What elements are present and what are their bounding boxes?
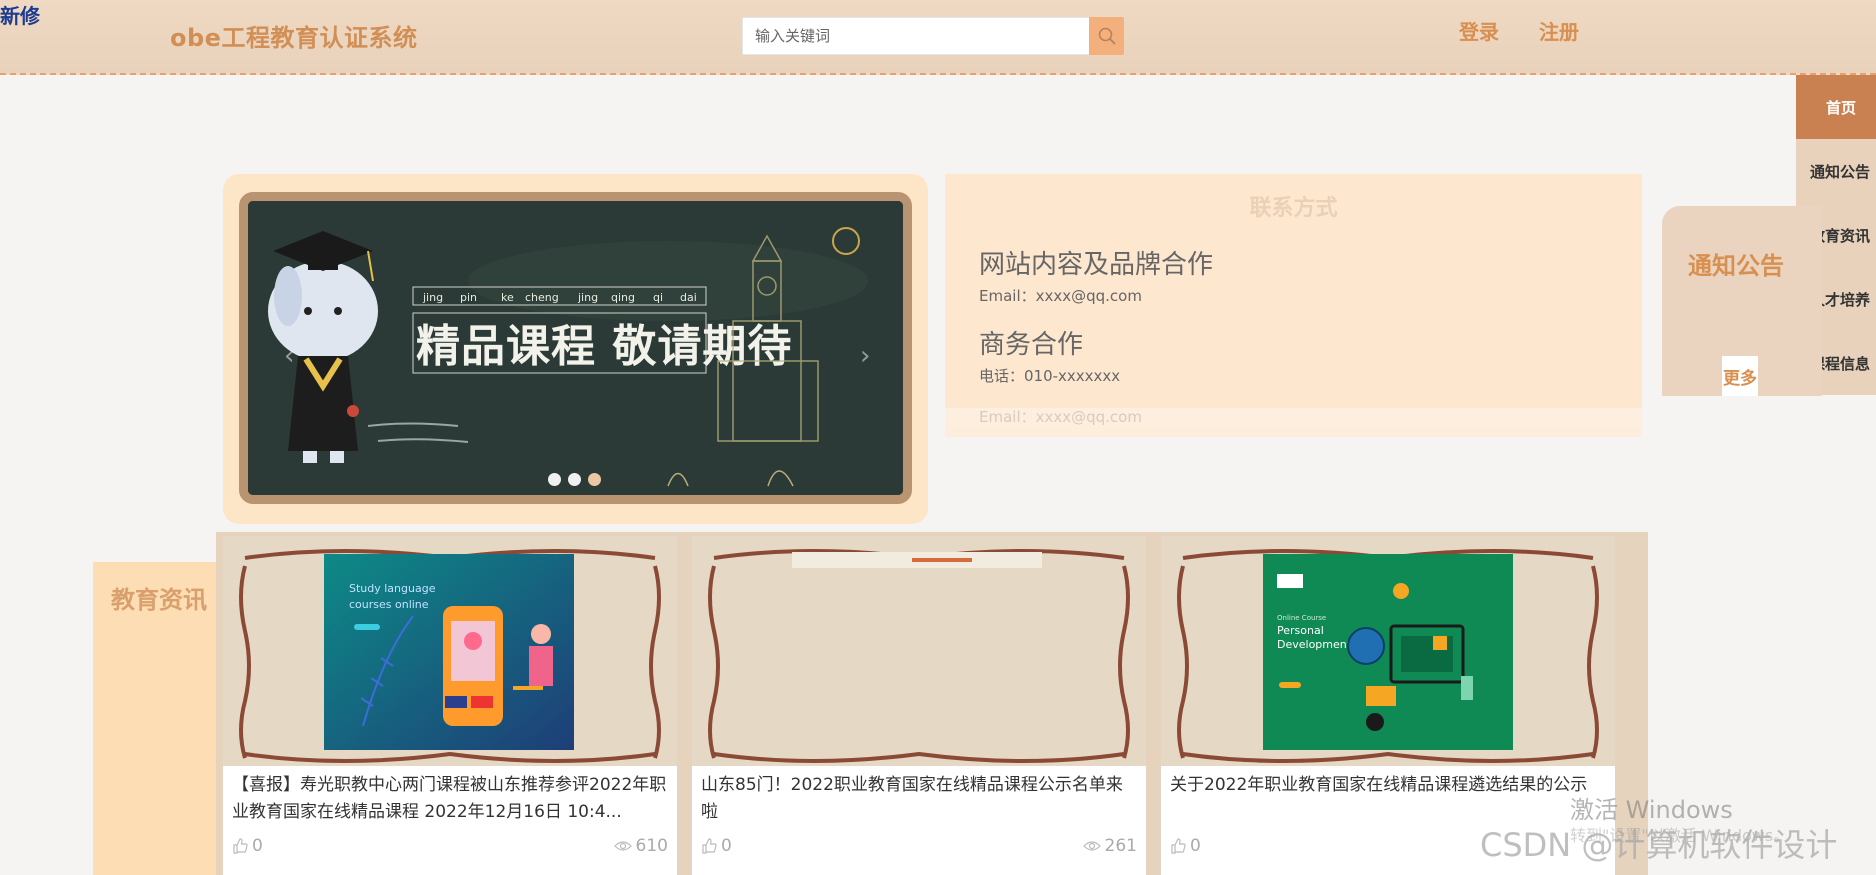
news-card-title[interactable]: 【喜报】寿光职教中心两门课程被山东推荐参评2022年职业教育国家在线精品课程 2… <box>232 772 668 826</box>
news-card-image <box>692 536 1146 766</box>
contact-section3-email: Email：xxxx@qq.com <box>979 408 1142 426</box>
contact-section2-phone: 电话：010-xxxxxxx <box>979 367 1121 385</box>
news-card-body: 山东85门！2022职业教育国家在线精品课程公示名单来啦 0 261 <box>692 766 1146 875</box>
view-count-value: 261 <box>1104 836 1137 856</box>
svg-text:qi: qi <box>653 291 663 304</box>
carousel-headline: 精品课程 敬请期待 <box>416 321 792 372</box>
side-nav-item-notices[interactable]: 通知公告 <box>1796 139 1876 203</box>
card3-img-text-3: Development <box>1277 638 1352 651</box>
carousel-prev-arrow[interactable]: ‹ <box>284 341 294 371</box>
svg-text:jing: jing <box>422 291 443 304</box>
svg-text:dai: dai <box>680 291 697 304</box>
thumbs-up-icon <box>1171 838 1186 854</box>
carousel-dot-2[interactable] <box>568 473 581 486</box>
like-count[interactable]: 0 <box>1170 836 1201 856</box>
like-count[interactable]: 0 <box>232 836 263 856</box>
chalkboard-illustration: jing pin ke cheng jing qing qi dai 精品课程 … <box>248 201 903 495</box>
edu-news-panel: 教育资讯 <box>93 562 218 875</box>
contact-section1-email: Email：xxxx@qq.com <box>979 287 1142 305</box>
view-count: 610 <box>613 836 668 856</box>
thumbs-up-icon <box>233 838 248 854</box>
header: 新修 obe工程教育认证系统 登录 注册 <box>0 0 1876 75</box>
news-card-image: Online Course Personal Development <box>1161 536 1615 766</box>
notice-title: 通知公告 <box>1688 252 1784 280</box>
svg-text:qing: qing <box>611 291 635 304</box>
view-count: 261 <box>1082 836 1137 856</box>
register-link[interactable]: 注册 <box>1539 16 1579 45</box>
like-count-value: 0 <box>1190 836 1201 856</box>
like-count-value: 0 <box>252 836 263 856</box>
search-icon <box>1098 27 1116 45</box>
news-card-title[interactable]: 关于2022年职业教育国家在线精品课程遴选结果的公示 <box>1170 772 1606 826</box>
news-card[interactable]: 山东85门！2022职业教育国家在线精品课程公示名单来啦 0 261 <box>692 536 1146 875</box>
news-card-image: Study language courses online <box>223 536 677 766</box>
eye-icon <box>1082 841 1101 851</box>
news-card-meta: 0 610 <box>232 836 668 856</box>
ornate-frame-image: Online Course Personal Development <box>1161 536 1615 766</box>
news-card[interactable]: Study language courses online 【喜报】寿光职教中心… <box>223 536 677 875</box>
svg-text:ke: ke <box>501 291 514 304</box>
login-link[interactable]: 登录 <box>1459 16 1499 45</box>
card1-img-text-1: Study language <box>349 582 436 595</box>
carousel-dots <box>548 473 601 486</box>
like-count[interactable]: 0 <box>701 836 732 856</box>
search-box <box>742 17 1124 55</box>
contact-section1-heading: 网站内容及品牌合作 <box>979 250 1214 280</box>
eye-icon <box>613 841 632 851</box>
carousel-dot-3[interactable] <box>588 473 601 486</box>
side-nav-item-home[interactable]: 首页 <box>1796 75 1876 139</box>
thumbs-up-icon <box>702 838 717 854</box>
svg-text:jing: jing <box>577 291 598 304</box>
contact-title: 联系方式 <box>1249 196 1338 221</box>
carousel-slide[interactable]: jing pin ke cheng jing qing qi dai 精品课程 … <box>239 192 912 504</box>
news-card-title[interactable]: 山东85门！2022职业教育国家在线精品课程公示名单来啦 <box>701 772 1137 826</box>
corner-tag: 新修 <box>0 4 40 28</box>
contact-panel: 联系方式 网站内容及品牌合作 Email：xxxx@qq.com 商务合作 电话… <box>945 174 1642 437</box>
contact-section2-heading: 商务合作 <box>979 330 1084 360</box>
svg-text:pin: pin <box>460 291 477 304</box>
news-card-meta: 0 261 <box>701 836 1137 856</box>
site-title[interactable]: obe工程教育认证系统 <box>170 18 417 53</box>
carousel-next-arrow[interactable]: › <box>860 341 870 371</box>
view-count-value: 610 <box>635 836 668 856</box>
svg-text:cheng: cheng <box>525 291 559 304</box>
news-card-body: 【喜报】寿光职教中心两门课程被山东推荐参评2022年职业教育国家在线精品课程 2… <box>223 766 677 875</box>
notice-more-link[interactable]: 更多 <box>1722 356 1758 396</box>
search-button[interactable] <box>1089 17 1124 55</box>
notice-card: 通知公告 更多 <box>1662 206 1822 396</box>
card3-img-text-1: Online Course <box>1277 614 1326 622</box>
edu-news-title: 教育资讯 <box>111 586 207 614</box>
ornate-frame-image <box>692 536 1146 766</box>
like-count-value: 0 <box>721 836 732 856</box>
carousel-dot-1[interactable] <box>548 473 561 486</box>
card3-img-text-2: Personal <box>1277 624 1324 637</box>
ornate-frame-image: Study language courses online <box>223 536 677 766</box>
card1-img-text-2: courses online <box>349 598 429 611</box>
csdn-watermark: CSDN @计算机软件设计 <box>1480 826 1838 864</box>
search-input[interactable] <box>742 17 1089 55</box>
carousel-container: jing pin ke cheng jing qing qi dai 精品课程 … <box>223 174 928 524</box>
